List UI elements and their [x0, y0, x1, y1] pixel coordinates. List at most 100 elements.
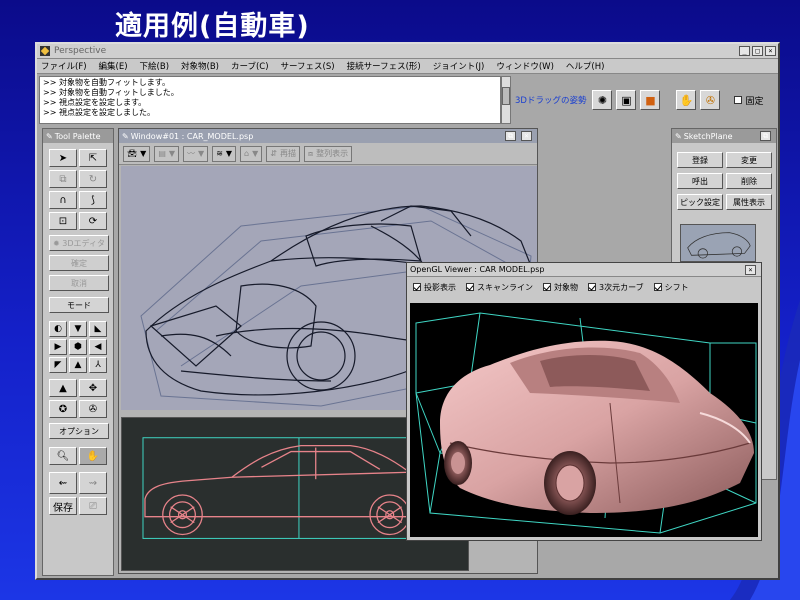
- delete-button[interactable]: 削除: [726, 173, 772, 189]
- misc-icon[interactable]: ⎚: [79, 497, 107, 515]
- undo-icon[interactable]: ⇜: [49, 472, 77, 494]
- rotate-icon[interactable]: ✺: [592, 90, 613, 110]
- hand-icon[interactable]: ✋: [676, 90, 697, 110]
- mode-button[interactable]: モード: [49, 297, 109, 313]
- object-checkbox[interactable]: 対象物: [543, 282, 578, 293]
- select-arrow-icon[interactable]: ➤: [49, 149, 77, 167]
- curve-tool-icon[interactable]: ∩: [49, 191, 77, 209]
- chevron-down-icon: ▼: [168, 149, 176, 158]
- shift-checkbox[interactable]: シフト: [653, 282, 689, 293]
- pencil-icon: ✎: [675, 131, 682, 141]
- pick-setting-button[interactable]: ピック設定: [677, 194, 723, 210]
- checkbox-box[interactable]: [466, 283, 474, 291]
- view-corner-icon[interactable]: ◣: [89, 321, 107, 337]
- scanline-checkbox[interactable]: スキャンライン: [466, 282, 533, 293]
- message-line: >> 対象物を自動フィットしました。: [43, 88, 179, 97]
- view-axis-icon[interactable]: ⅄: [89, 357, 107, 373]
- cad-window-title: Window#01 : CAR_MODEL.psp: [130, 131, 254, 141]
- redraw-button[interactable]: ⇵ 再描: [266, 145, 300, 162]
- arrange-button[interactable]: ⧈ 整列表示: [303, 145, 353, 162]
- option-button[interactable]: オプション: [49, 423, 109, 439]
- shaded-car-render[interactable]: [410, 303, 758, 537]
- change-button[interactable]: 変更: [726, 152, 772, 168]
- register-button[interactable]: 登録: [677, 152, 723, 168]
- view-down-icon[interactable]: ▼: [69, 321, 87, 337]
- menu-curve[interactable]: カーブ(C): [231, 60, 269, 72]
- cycle-tool-icon[interactable]: ⟳: [79, 212, 107, 230]
- menu-joint[interactable]: ジョイント(J): [433, 60, 485, 72]
- redo-icon[interactable]: ⇝: [79, 472, 107, 494]
- view-up-icon[interactable]: ▲: [69, 357, 87, 373]
- cube-icon[interactable]: ▣: [616, 90, 637, 110]
- view-cube-icon[interactable]: ⬢: [69, 339, 87, 355]
- checkbox-box[interactable]: [413, 283, 421, 291]
- opengl-viewer-titlebar: OpenGL Viewer : CAR MODEL.psp ×: [407, 263, 761, 277]
- surface-dropdown[interactable]: ⌂ ▼: [240, 145, 263, 162]
- projection-checkbox[interactable]: 投影表示: [413, 282, 456, 293]
- menu-help[interactable]: ヘルプ(H): [566, 60, 605, 72]
- recall-button[interactable]: 呼出: [677, 173, 723, 189]
- app-window: Perspective _ □ × ファイル(F) 編集(E) 下絵(B) 対象…: [35, 42, 780, 580]
- 3d-edit-label: 3Dエディタ: [62, 238, 105, 248]
- line-dropdown[interactable]: 〰 ▼: [183, 145, 209, 162]
- restore-icon[interactable]: ⧉: [505, 131, 516, 141]
- move-icon[interactable]: ✥: [79, 379, 107, 397]
- frame-icon[interactable]: ■: [640, 90, 661, 110]
- orbit-alt-icon[interactable]: ✇: [79, 400, 107, 418]
- close-icon[interactable]: ×: [521, 131, 532, 141]
- zoom-box-icon[interactable]: ⧉: [49, 170, 77, 188]
- sketch-plane-thumbnail[interactable]: [680, 224, 756, 262]
- view-right-icon[interactable]: ▶: [49, 339, 67, 355]
- message-scrollbar[interactable]: [501, 76, 511, 124]
- minimize-button[interactable]: _: [739, 46, 750, 56]
- menu-bar: ファイル(F) 編集(E) 下絵(B) 対象物(B) カーブ(C) サーフェス(…: [37, 59, 778, 74]
- checkbox-box[interactable]: [588, 283, 596, 291]
- menu-window[interactable]: ウィンドウ(W): [496, 60, 554, 72]
- select-outline-icon[interactable]: ⇱: [79, 149, 107, 167]
- magnify-icon[interactable]: 🔍︎: [49, 447, 77, 465]
- close-button[interactable]: ×: [765, 46, 776, 56]
- edit-curve-icon[interactable]: ⟆: [79, 191, 107, 209]
- layer-dropdown[interactable]: ▤ ▼: [154, 145, 180, 162]
- restore-icon[interactable]: ⧉: [760, 131, 771, 141]
- car-view-dropdown[interactable]: 🚘︎ ▼: [123, 145, 151, 162]
- fix-checkbox[interactable]: 固定: [734, 94, 763, 107]
- orbit-icon[interactable]: ✪: [49, 400, 77, 418]
- view-left-icon[interactable]: ◐: [49, 321, 67, 337]
- checkbox-box[interactable]: [653, 283, 662, 291]
- menu-underlay[interactable]: 下絵(B): [140, 60, 169, 72]
- menu-file[interactable]: ファイル(F): [41, 60, 87, 72]
- cancel-button[interactable]: 取消: [49, 275, 109, 291]
- 3d-edit-button[interactable]: ✹ 3Dエディタ: [49, 235, 109, 251]
- confirm-button[interactable]: 確定: [49, 255, 109, 271]
- view-tl-icon[interactable]: ◤: [49, 357, 67, 373]
- rotate-view-icon[interactable]: ↻: [79, 170, 107, 188]
- maximize-button[interactable]: □: [752, 46, 763, 56]
- menu-object[interactable]: 対象物(B): [181, 60, 219, 72]
- pencil-icon: ✎: [46, 131, 53, 141]
- menu-connect-surface[interactable]: 接続サーフェス(形): [347, 60, 421, 72]
- app-title: Perspective: [54, 46, 107, 56]
- mountain-icon[interactable]: ▲: [49, 379, 77, 397]
- sketch-plane-titlebar: ✎ SketchPlane ⧉: [672, 129, 776, 143]
- compass-icon[interactable]: ✇: [700, 90, 721, 110]
- 3d-curve-checkbox[interactable]: 3次元カーブ: [588, 282, 644, 293]
- hand-tool-icon[interactable]: ✋: [79, 447, 107, 465]
- tool-palette-title: Tool Palette: [54, 131, 101, 141]
- curve-dropdown[interactable]: ≋ ▼: [212, 145, 237, 162]
- message-log: >> 対象物を自動フィットします。 >> 対象物を自動フィットしました。 >> …: [39, 76, 501, 124]
- menu-edit[interactable]: 編集(E): [99, 60, 128, 72]
- fix-checkbox-box[interactable]: [734, 96, 743, 104]
- fit-tool-icon[interactable]: ⊡: [49, 212, 77, 230]
- view-back-icon[interactable]: ◀: [89, 339, 107, 355]
- redraw-label: 再描: [279, 149, 296, 158]
- attribute-display-button[interactable]: 属性表示: [726, 194, 772, 210]
- drag-toolbar: 3Dドラッグの姿勢 ✺ ▣ ■ ✋ ✇ 固定: [515, 90, 763, 110]
- close-icon[interactable]: ×: [745, 264, 756, 275]
- menu-surface[interactable]: サーフェス(S): [281, 60, 335, 72]
- save-button[interactable]: 保存: [49, 497, 77, 515]
- cad-window-titlebar: ✎ Window#01 : CAR_MODEL.psp ⧉ ×: [119, 129, 537, 143]
- shift-label: シフト: [664, 282, 689, 292]
- car-icon: 🚘︎: [127, 149, 138, 158]
- checkbox-box[interactable]: [543, 283, 551, 291]
